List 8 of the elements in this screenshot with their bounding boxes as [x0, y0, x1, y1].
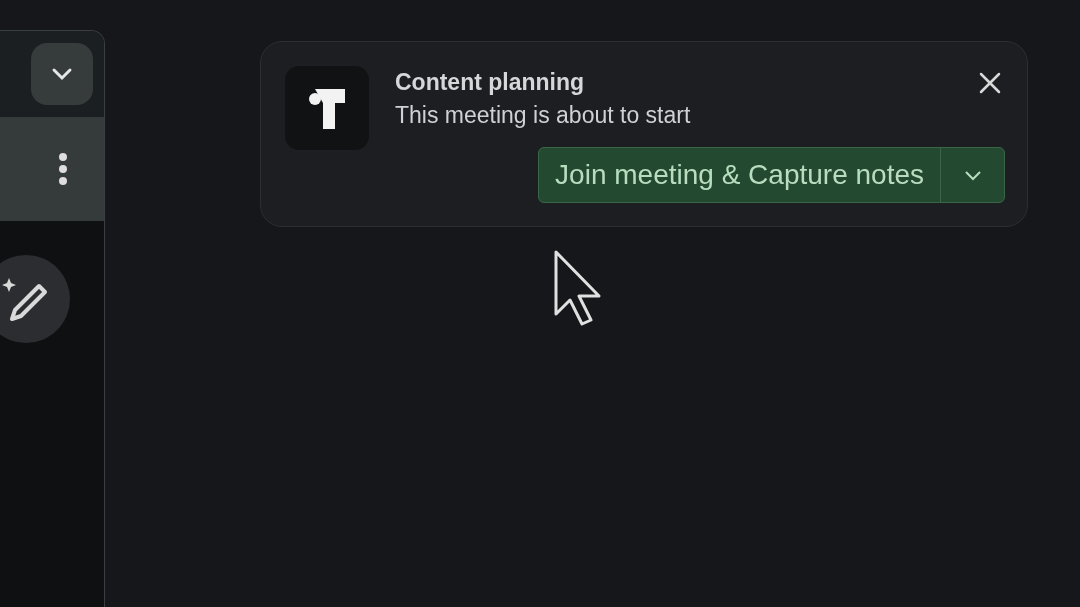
more-options-icon[interactable]	[58, 152, 68, 186]
notification-title: Content planning	[395, 69, 586, 96]
notification-message: This meeting is about to start	[395, 102, 691, 129]
ai-edit-button[interactable]	[0, 255, 70, 343]
chevron-down-icon	[963, 169, 982, 181]
chevron-down-icon	[51, 67, 73, 81]
collapse-button[interactable]	[31, 43, 93, 105]
close-icon	[979, 72, 1001, 94]
